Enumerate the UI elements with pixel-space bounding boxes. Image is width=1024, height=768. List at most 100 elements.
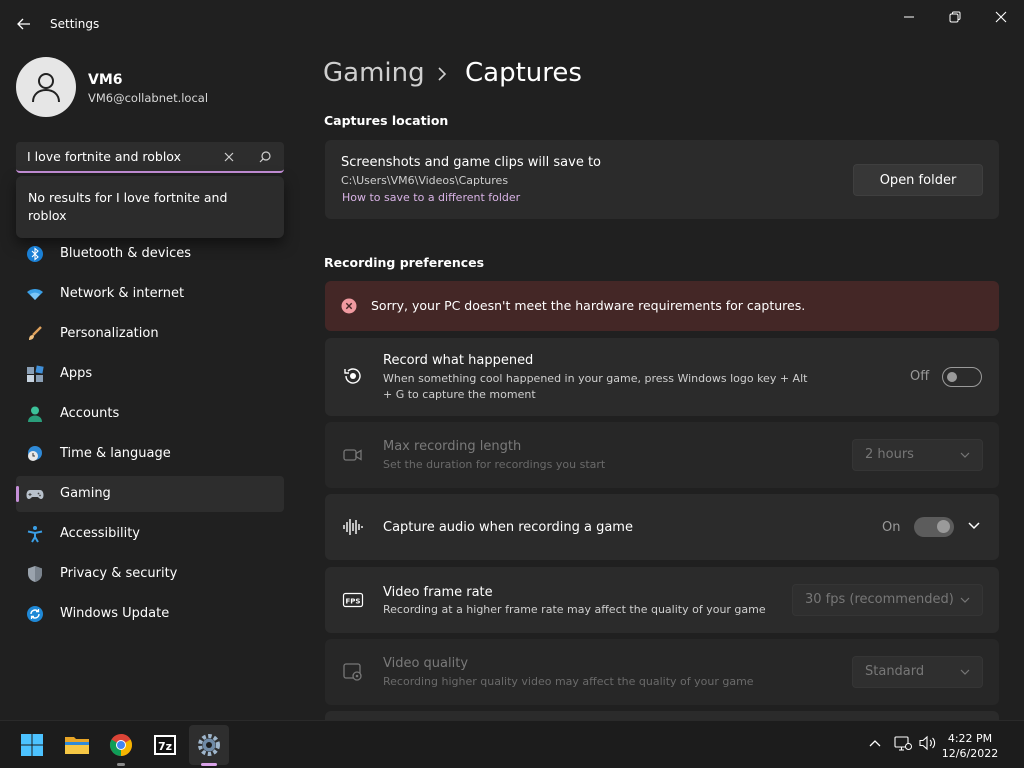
record-what-happened-subtitle: When something cool happened in your gam… bbox=[383, 372, 808, 401]
video-quality-subtitle: Recording higher quality video may affec… bbox=[383, 675, 754, 688]
sidebar-item-accessibility[interactable]: Accessibility bbox=[16, 516, 284, 552]
open-folder-button[interactable]: Open folder bbox=[853, 164, 983, 196]
taskbar-clock[interactable]: 4:22 PM 12/6/2022 bbox=[940, 731, 1000, 761]
show-hidden-icons-icon[interactable] bbox=[868, 738, 882, 748]
record-replay-icon bbox=[342, 365, 364, 387]
error-banner: Sorry, your PC doesn't meet the hardware… bbox=[325, 281, 999, 331]
sidebar-item-label: Accessibility bbox=[60, 526, 140, 541]
sidebar-item-label: Gaming bbox=[60, 486, 111, 501]
no-results-text: No results for I love fortnite and roblo… bbox=[28, 190, 228, 223]
globe-clock-icon bbox=[26, 445, 44, 463]
sidebar-item-label: Accounts bbox=[60, 406, 120, 421]
error-message: Sorry, your PC doesn't meet the hardware… bbox=[371, 298, 806, 313]
sidebar-item-time-language[interactable]: Time & language bbox=[16, 436, 284, 472]
audio-waveform-icon bbox=[342, 516, 364, 538]
fps-icon: FPS bbox=[342, 589, 364, 611]
captures-path: C:\Users\VM6\Videos\Captures bbox=[341, 174, 509, 187]
page-title: Captures bbox=[465, 58, 582, 88]
active-indicator bbox=[16, 486, 19, 502]
sidebar-item-bluetooth[interactable]: Bluetooth & devices bbox=[16, 236, 284, 272]
title-bar: Settings bbox=[0, 0, 1024, 48]
save-location-link[interactable]: How to save to a different folder bbox=[342, 191, 520, 204]
video-quality-title: Video quality bbox=[383, 656, 469, 671]
file-explorer-icon[interactable] bbox=[57, 725, 97, 765]
video-settings-icon bbox=[342, 661, 364, 683]
sidebar-item-gaming[interactable]: Gaming bbox=[16, 476, 284, 512]
start-icon[interactable] bbox=[12, 725, 52, 765]
7zip-icon[interactable]: 7z bbox=[145, 725, 185, 765]
restore-button[interactable] bbox=[932, 0, 978, 34]
apps-icon bbox=[26, 365, 44, 383]
max-recording-length-title: Max recording length bbox=[383, 439, 522, 454]
capture-audio-title: Capture audio when recording a game bbox=[383, 520, 633, 535]
captures-location-title: Screenshots and game clips will save to bbox=[341, 155, 602, 170]
search-box[interactable]: I love fortnite and roblox bbox=[16, 142, 284, 173]
toggle-state-label: On bbox=[882, 520, 901, 535]
record-what-happened-title: Record what happened bbox=[383, 353, 534, 368]
record-what-happened-toggle[interactable] bbox=[942, 367, 982, 387]
video-camera-icon bbox=[342, 444, 364, 466]
search-input[interactable]: I love fortnite and roblox bbox=[27, 149, 181, 164]
chevron-down-icon bbox=[960, 596, 970, 604]
sidebar-item-accounts[interactable]: Accounts bbox=[16, 396, 284, 432]
chevron-down-icon bbox=[960, 451, 970, 459]
sidebar-item-personalization[interactable]: Personalization bbox=[16, 316, 284, 352]
video-frame-rate-card: FPS Video frame rate Recording at a high… bbox=[325, 567, 999, 633]
video-frame-rate-dropdown[interactable]: 30 fps (recommended) bbox=[792, 584, 983, 616]
profile-email: VM6@collabnet.local bbox=[88, 91, 209, 105]
section-title-recording: Recording preferences bbox=[324, 255, 485, 270]
sidebar-item-apps[interactable]: Apps bbox=[16, 356, 284, 392]
profile-name: VM6 bbox=[88, 72, 123, 88]
sidebar-item-label: Apps bbox=[60, 366, 93, 381]
capture-audio-toggle[interactable] bbox=[914, 517, 954, 537]
close-button[interactable] bbox=[978, 0, 1024, 34]
volume-icon[interactable] bbox=[918, 735, 938, 751]
back-arrow-icon[interactable] bbox=[14, 14, 34, 34]
sidebar-item-privacy-security[interactable]: Privacy & security bbox=[16, 556, 284, 592]
sidebar-item-label: Bluetooth & devices bbox=[60, 246, 191, 261]
video-quality-card: Video quality Recording higher quality v… bbox=[325, 639, 999, 705]
sidebar-item-label: Personalization bbox=[60, 326, 159, 341]
network-icon[interactable] bbox=[894, 735, 912, 751]
dropdown-value: 2 hours bbox=[865, 447, 914, 462]
minimize-button[interactable] bbox=[886, 0, 932, 34]
capture-audio-card: Capture audio when recording a game On bbox=[325, 494, 999, 560]
dropdown-value: 30 fps (recommended) bbox=[805, 592, 954, 607]
video-quality-dropdown[interactable]: Standard bbox=[852, 656, 983, 688]
sidebar-item-label: Privacy & security bbox=[60, 566, 178, 581]
breadcrumb-parent[interactable]: Gaming bbox=[323, 58, 425, 88]
expand-chevron-icon[interactable] bbox=[968, 521, 980, 531]
clock-date: 12/6/2022 bbox=[941, 747, 999, 760]
avatar[interactable] bbox=[16, 57, 76, 117]
user-icon bbox=[32, 73, 60, 103]
search-icon[interactable] bbox=[256, 148, 274, 166]
sidebar-item-label: Windows Update bbox=[60, 606, 170, 621]
update-icon bbox=[26, 605, 44, 623]
accessibility-icon bbox=[26, 525, 44, 543]
dropdown-value: Standard bbox=[865, 664, 925, 679]
search-suggestions: No results for I love fortnite and roblo… bbox=[16, 176, 284, 238]
section-title-captures-location: Captures location bbox=[324, 113, 449, 128]
controller-icon bbox=[26, 485, 44, 503]
person-icon bbox=[26, 405, 44, 423]
captures-location-card: Screenshots and game clips will save to … bbox=[325, 140, 999, 219]
clear-search-icon[interactable] bbox=[220, 148, 238, 166]
max-recording-length-subtitle: Set the duration for recordings you star… bbox=[383, 458, 606, 471]
video-frame-rate-title: Video frame rate bbox=[383, 585, 493, 600]
chrome-icon[interactable] bbox=[101, 725, 141, 765]
svg-text:7z: 7z bbox=[158, 740, 172, 753]
sidebar-item-label: Network & internet bbox=[60, 286, 185, 301]
chevron-right-icon bbox=[436, 66, 448, 82]
active-app-indicator bbox=[201, 763, 217, 766]
clock-time: 4:22 PM bbox=[947, 732, 993, 745]
svg-text:FPS: FPS bbox=[346, 598, 361, 606]
window-title: Settings bbox=[50, 17, 100, 31]
sidebar-item-windows-update[interactable]: Windows Update bbox=[16, 596, 284, 632]
sidebar-item-network[interactable]: Network & internet bbox=[16, 276, 284, 312]
running-indicator bbox=[117, 763, 125, 766]
settings-icon[interactable] bbox=[189, 725, 229, 765]
sidebar-item-label: Time & language bbox=[60, 446, 171, 461]
bluetooth-icon bbox=[26, 245, 44, 263]
shield-icon bbox=[26, 565, 44, 583]
max-recording-length-dropdown[interactable]: 2 hours bbox=[852, 439, 983, 471]
